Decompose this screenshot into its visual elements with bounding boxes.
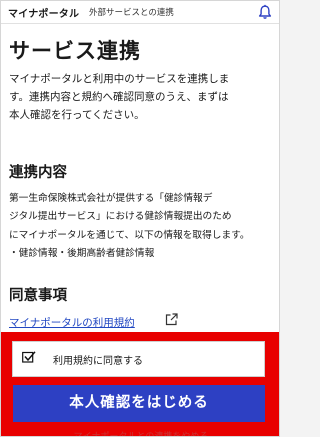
consent-checkbox-row[interactable]: 利用規約に同意する [12, 341, 265, 377]
terms-link[interactable]: マイナポータルの利用規約 [9, 315, 135, 330]
start-verification-label: 本人確認をはじめる [69, 395, 209, 411]
linkage-line: にマイナポータルを通じて、以下の情報を取得します。 [9, 229, 250, 241]
intro-text: マイナポータルと利用中のサービスを連携しま す。連携内容と規約へ確認同意のうえ、… [9, 70, 275, 124]
linkage-line: ジタル提出サービス」における健診情報提出のため [9, 211, 232, 223]
consent-heading: 同意事項 [9, 288, 67, 304]
external-link-icon[interactable] [165, 313, 178, 326]
intro-line: す。連携内容と規約へ確認同意のうえ、まずは [9, 91, 229, 103]
app-header: マイナポータル 外部サービスとの連携 [1, 1, 279, 24]
linkage-heading: 連携内容 [9, 165, 67, 181]
brand-name: マイナポータル [8, 9, 80, 20]
page-title: サービス連携 [9, 39, 141, 63]
consent-label: 利用規約に同意する [53, 356, 143, 367]
screen: マイナポータル 外部サービスとの連携 サービス連携 マイナポータルと利用中のサー… [0, 0, 280, 437]
linkage-line: 第一生命保険株式会社が提供する「健診情報デ [9, 193, 213, 204]
bell-icon[interactable] [257, 4, 273, 20]
header-subtitle: 外部サービスとの連携 [89, 8, 174, 18]
intro-line: マイナポータルと利用中のサービスを連携しま [9, 73, 230, 85]
cancel-linkage-link[interactable]: マイナポータルとの連携をやめる [61, 429, 221, 436]
checkbox-checked-icon[interactable] [22, 351, 36, 363]
linkage-line: ・健診情報・後期高齢者健診情報 [9, 247, 155, 259]
intro-line: 本人確認を行ってください。 [9, 109, 145, 121]
linkage-description: 第一生命保険株式会社が提供する「健診情報デ ジタル提出サービス」における健診情報… [9, 190, 279, 263]
start-verification-button[interactable]: 本人確認をはじめる [13, 385, 265, 422]
